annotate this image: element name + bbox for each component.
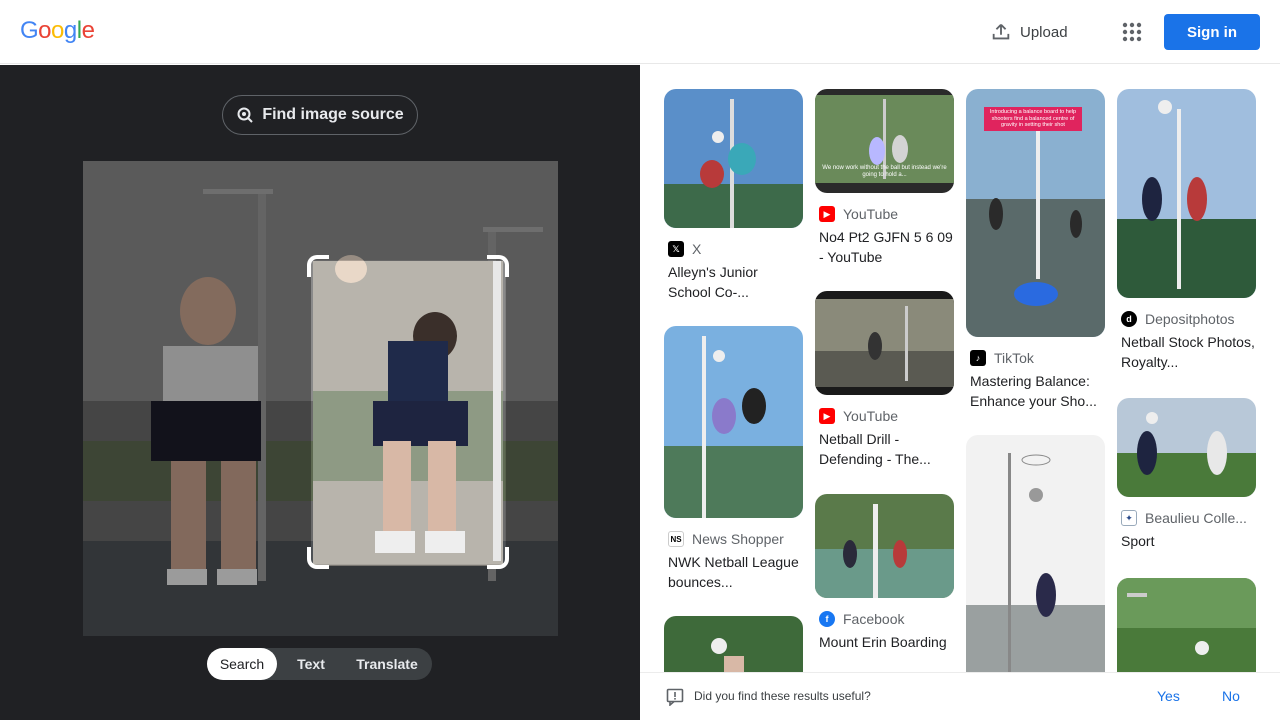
result-title[interactable]: Mastering Balance: Enhance your Sho... <box>966 371 1105 411</box>
result-card[interactable]: d Depositphotos Netball Stock Photos, Ro… <box>1117 89 1256 372</box>
results-grid: 𝕏 X Alleyn's Junior School Co-... NS New… <box>640 65 1280 672</box>
news-shopper-icon: NS <box>668 531 684 547</box>
feedback-bar: Did you find these results useful? Yes N… <box>640 672 1280 720</box>
result-title[interactable]: No4 Pt2 GJFN 5 6 09 - YouTube <box>815 227 954 267</box>
upload-button[interactable]: Upload <box>990 20 1068 44</box>
result-title[interactable]: Sport <box>1117 531 1256 551</box>
logo-letter: g <box>63 17 77 44</box>
google-logo[interactable]: Google <box>20 17 95 45</box>
result-source-name: YouTube <box>843 206 899 222</box>
video-caption: Introducing a balance board to help shoo… <box>984 107 1082 131</box>
beaulieu-crest-icon: ✦ <box>1121 510 1137 526</box>
result-source[interactable]: 𝕏 X <box>664 236 803 262</box>
query-image[interactable] <box>83 161 558 636</box>
find-image-source-button[interactable]: Find image source <box>222 95 418 135</box>
result-source-name: Facebook <box>843 611 905 627</box>
netball-thumb-image <box>966 435 1105 672</box>
result-source-name: X <box>692 241 702 257</box>
result-thumbnail[interactable] <box>966 435 1105 672</box>
upload-icon <box>992 24 1010 40</box>
result-card[interactable]: ✦ Beaulieu Colle... Sport <box>1117 398 1256 551</box>
x-logo-icon: 𝕏 <box>668 241 684 257</box>
result-source[interactable]: f Facebook <box>815 606 954 632</box>
result-thumbnail[interactable]: Introducing a balance board to help shoo… <box>966 89 1105 337</box>
result-title[interactable]: Alleyn's Junior School Co-... <box>664 262 803 302</box>
find-image-source-label: Find image source <box>262 106 404 123</box>
logo-letter: o <box>51 17 64 44</box>
youtube-logo-icon: ▶ <box>819 408 835 424</box>
query-panel: Find image source Search Text Translate <box>0 65 640 720</box>
result-source[interactable]: ▶ YouTube <box>815 201 954 227</box>
result-source[interactable]: ▶ YouTube <box>815 403 954 429</box>
result-thumbnail[interactable] <box>664 326 803 518</box>
netball-thumb-image <box>1117 578 1256 672</box>
crop-selection-box[interactable] <box>307 255 509 569</box>
netball-thumb-image <box>815 291 954 395</box>
result-thumbnail[interactable] <box>664 89 803 228</box>
crop-handle-top-left[interactable] <box>307 255 329 277</box>
upload-label: Upload <box>1020 23 1068 41</box>
header: Google Upload Sign in <box>0 0 1280 64</box>
crop-handle-bottom-right[interactable] <box>487 547 509 569</box>
mode-translate-tab[interactable]: Translate <box>345 648 429 680</box>
netball-thumb-image <box>664 326 803 518</box>
result-source-name: Depositphotos <box>1145 311 1235 327</box>
result-card[interactable] <box>966 435 1105 672</box>
result-card[interactable] <box>664 616 803 672</box>
result-title[interactable]: NWK Netball League bounces... <box>664 552 803 592</box>
mode-text-tab[interactable]: Text <box>277 648 345 680</box>
result-card[interactable]: 𝕏 X Alleyn's Junior School Co-... <box>664 89 803 302</box>
mode-search-tab[interactable]: Search <box>207 648 277 680</box>
tiktok-logo-icon: ♪ <box>970 350 986 366</box>
feedback-no-button[interactable]: No <box>1222 688 1240 704</box>
result-card[interactable]: We now work without the ball but instead… <box>815 89 954 267</box>
crop-handle-top-right[interactable] <box>487 255 509 277</box>
feedback-question: Did you find these results useful? <box>694 689 871 703</box>
result-card[interactable]: NS News Shopper NWK Netball League bounc… <box>664 326 803 592</box>
result-thumbnail[interactable] <box>664 616 803 672</box>
facebook-logo-icon: f <box>819 611 835 627</box>
google-apps-button[interactable] <box>1118 18 1146 46</box>
result-thumbnail[interactable] <box>1117 398 1256 497</box>
result-source-name: Beaulieu Colle... <box>1145 510 1247 526</box>
netball-thumb-image <box>1117 89 1256 298</box>
logo-letter: e <box>81 17 95 44</box>
netball-thumb-image <box>815 494 954 598</box>
netball-thumb-image <box>664 89 803 228</box>
result-source[interactable]: ✦ Beaulieu Colle... <box>1117 505 1256 531</box>
result-thumbnail[interactable] <box>815 291 954 395</box>
result-card[interactable]: f Facebook Mount Erin Boarding <box>815 494 954 652</box>
result-card[interactable] <box>1117 578 1256 672</box>
result-card[interactable]: Introducing a balance board to help shoo… <box>966 89 1105 411</box>
result-source[interactable]: d Depositphotos <box>1117 306 1256 332</box>
depositphotos-logo-icon: d <box>1121 311 1137 327</box>
result-title[interactable]: Netball Drill - Defending - The... <box>815 429 954 469</box>
video-caption: We now work without the ball but instead… <box>822 165 947 178</box>
result-source[interactable]: ♪ TikTok <box>966 345 1105 371</box>
result-title[interactable]: Mount Erin Boarding <box>815 632 954 652</box>
result-thumbnail[interactable] <box>815 494 954 598</box>
result-thumbnail[interactable]: We now work without the ball but instead… <box>815 89 954 193</box>
result-card[interactable]: ▶ YouTube Netball Drill - Defending - Th… <box>815 291 954 469</box>
mode-switcher: Search Text Translate <box>207 648 432 680</box>
result-source-name: TikTok <box>994 350 1034 366</box>
lens-search-icon <box>237 107 254 123</box>
logo-letter: G <box>20 17 39 44</box>
feedback-yes-button[interactable]: Yes <box>1157 688 1180 704</box>
crop-handle-bottom-left[interactable] <box>307 547 329 569</box>
result-source-name: YouTube <box>843 408 899 424</box>
result-source-name: News Shopper <box>692 531 784 547</box>
netball-thumb-image <box>664 616 803 672</box>
result-title[interactable]: Netball Stock Photos, Royalty... <box>1117 332 1256 372</box>
feedback-icon <box>666 688 684 706</box>
result-source[interactable]: NS News Shopper <box>664 526 803 552</box>
youtube-logo-icon: ▶ <box>819 206 835 222</box>
result-thumbnail[interactable] <box>1117 89 1256 298</box>
result-thumbnail[interactable] <box>1117 578 1256 672</box>
sign-in-button[interactable]: Sign in <box>1164 14 1260 50</box>
logo-letter: o <box>38 17 52 44</box>
apps-grid-icon <box>1122 22 1142 42</box>
netball-thumb-image <box>1117 398 1256 497</box>
